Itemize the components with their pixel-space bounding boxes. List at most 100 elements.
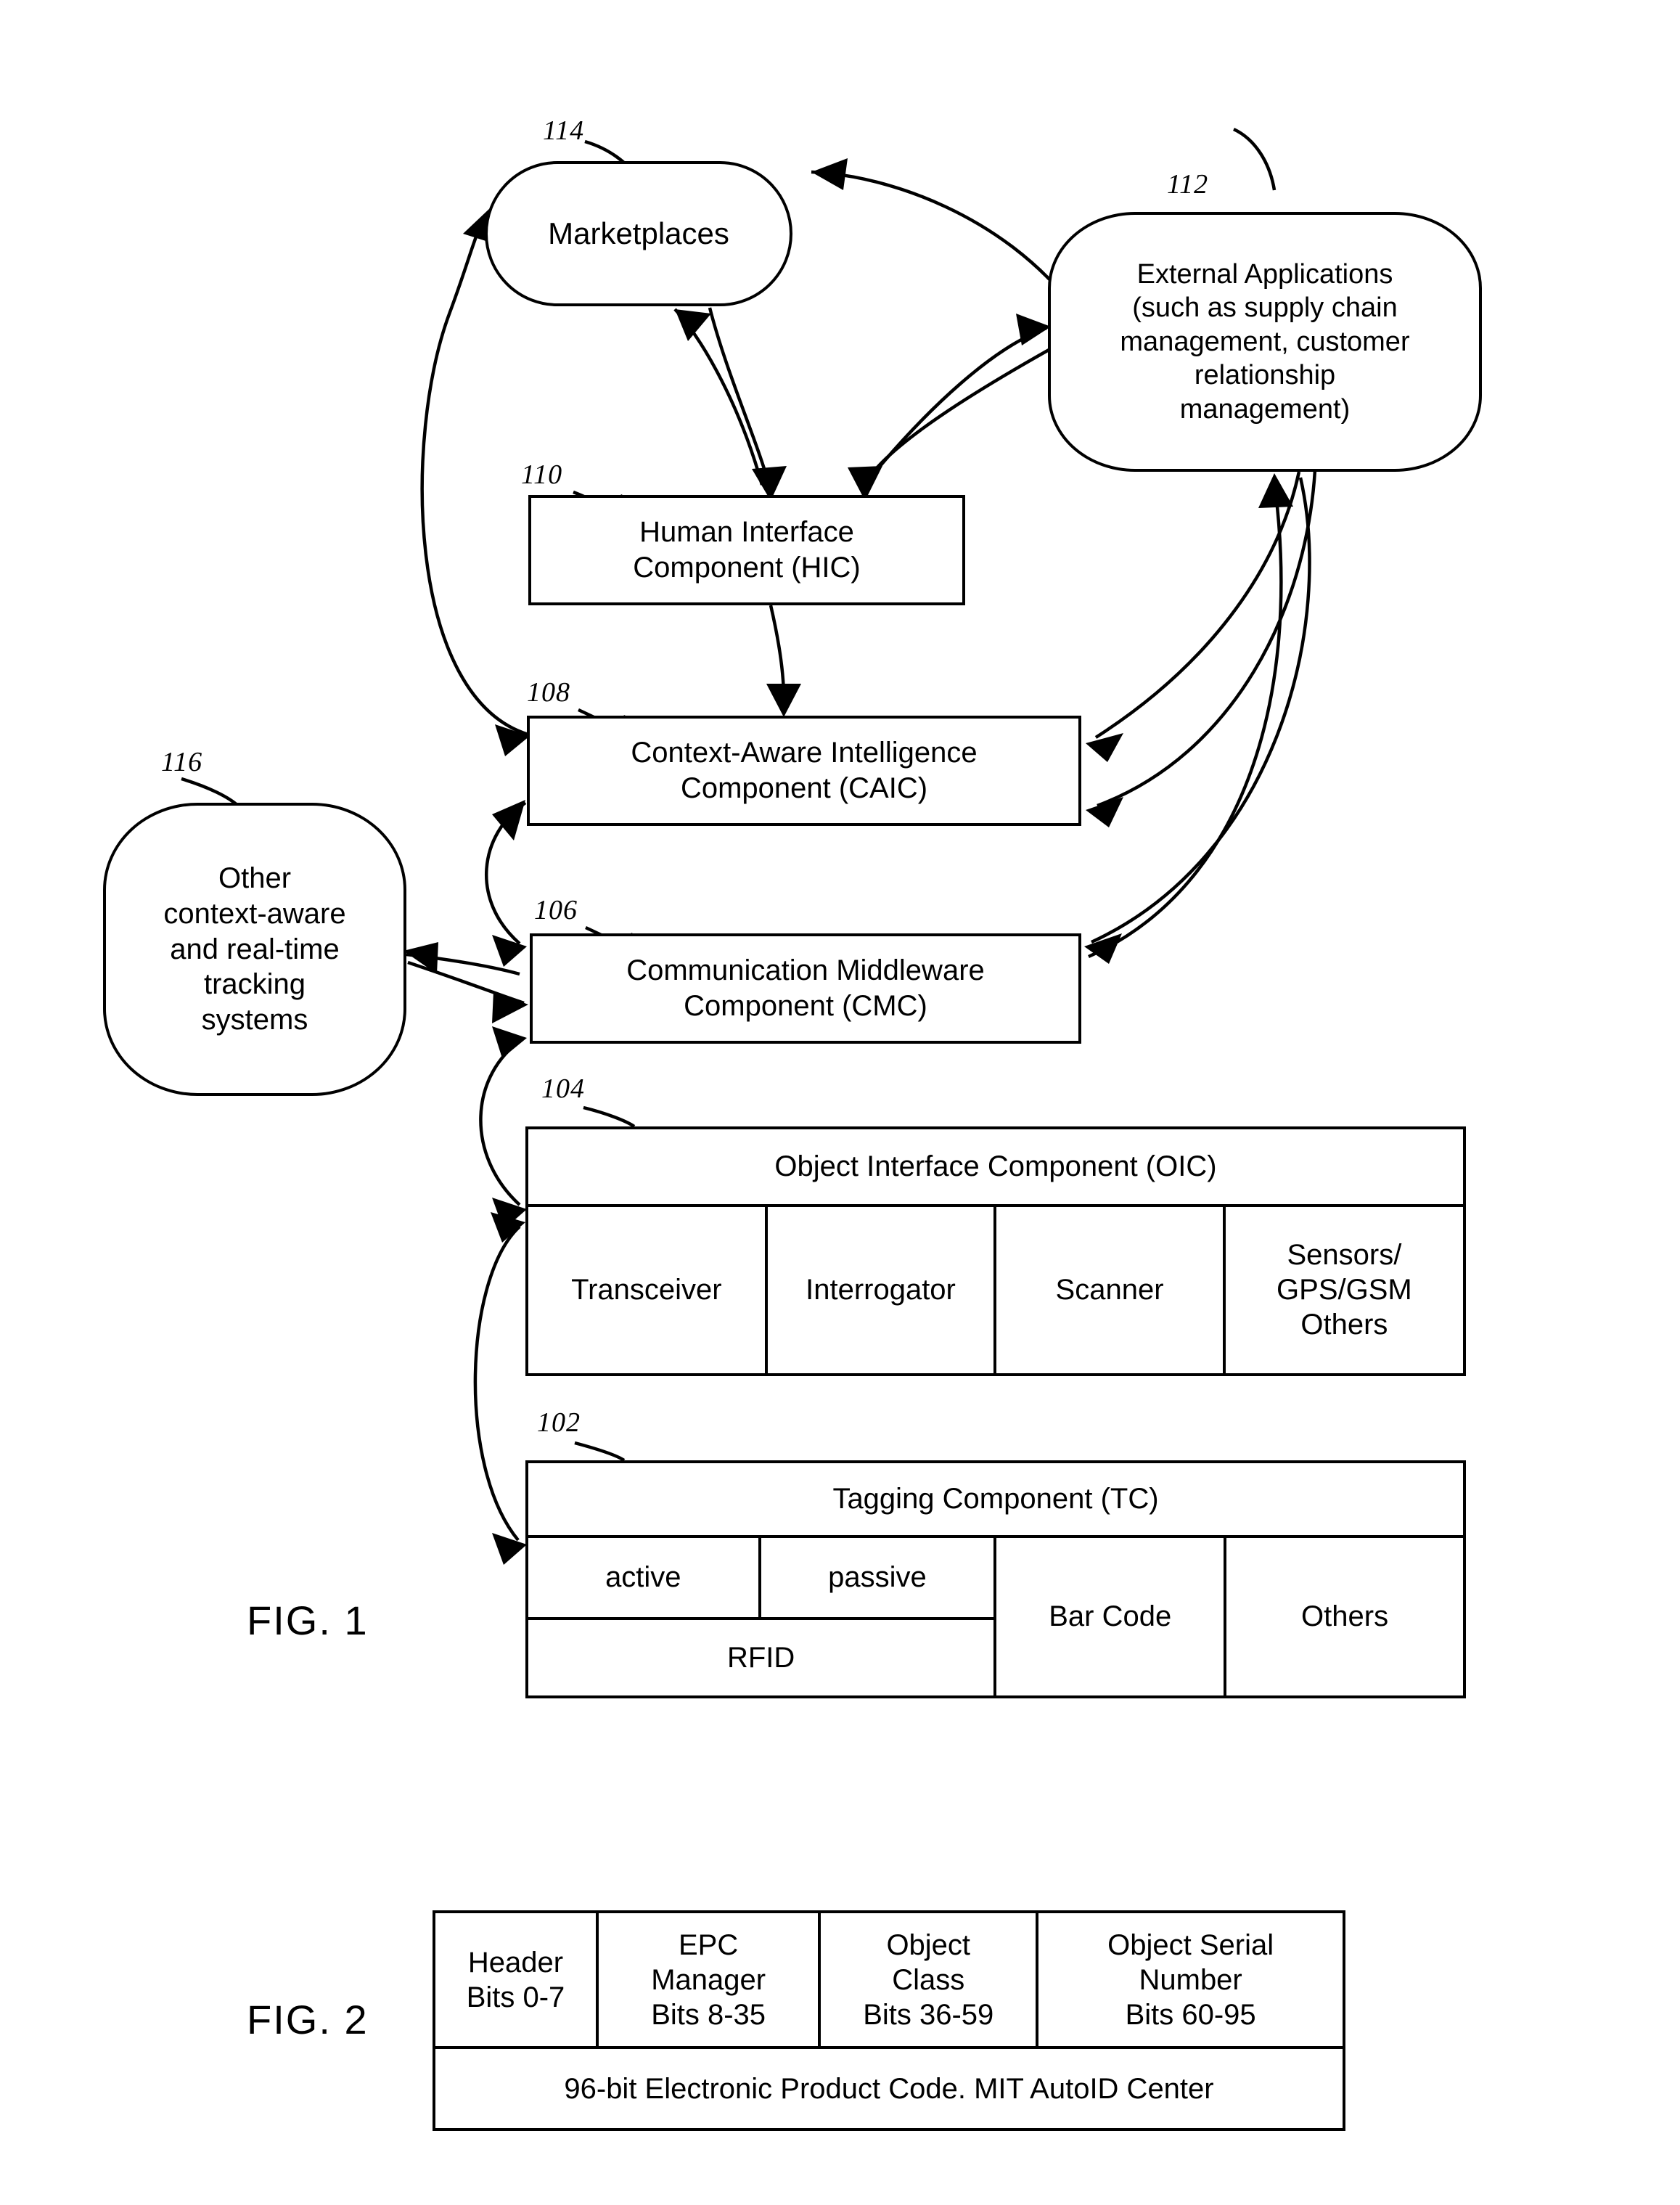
oic-s-line-3: Others [1300,1309,1388,1341]
oic-s-line-1: Sensors/ [1287,1239,1402,1272]
wire-hic-to-caic [769,605,786,699]
node-other-context-aware-systems[interactable]: Other context-aware and real-time tracki… [103,803,406,1096]
ea-line-4: relationship [1194,360,1336,391]
arrowhead-cmc-left-mid [492,991,528,1023]
arrowhead-cmc-right [1084,933,1122,964]
node-other-systems-label: Other context-aware and real-time tracki… [106,861,403,1038]
caic-line-2: Component (CAIC) [680,772,928,804]
ref-108: 108 [527,677,570,708]
wire-other-to-cmc [407,960,525,1005]
epc-c3-bits: Bits 60-95 [1125,1998,1256,2031]
node-context-aware-intelligence-component[interactable]: Context-Aware Intelligence Component (CA… [527,716,1081,826]
node-external-applications-label: External Applications (such as supply ch… [1051,258,1479,426]
ref-116: 116 [161,747,203,777]
epc-c2-n2: Class [892,1963,965,1996]
epc-c1-bits: Bits 8-35 [651,1998,766,2031]
leader-102 [574,1441,626,1462]
arrowhead-caic-left-upper [495,724,530,756]
tc-cell-active[interactable]: active [528,1537,761,1617]
arrowhead-oic-left-upper [492,1198,527,1230]
leader-104 [583,1105,636,1128]
ref-106: 106 [534,895,578,925]
epc-c0-bits: Bits 0-7 [466,1981,565,2013]
wire-extapps-to-caic-2 [1097,470,1317,808]
oic-title: Object Interface Component (OIC) [528,1129,1463,1207]
node-marketplaces-label: Marketplaces [548,216,729,251]
ref-102: 102 [537,1407,581,1438]
table-tagging-component[interactable]: Tagging Component (TC) active passive RF… [525,1460,1466,1698]
wire-extapps-to-marketplaces [811,170,1070,302]
wire-hic-to-extapps [866,326,1047,482]
table-object-interface-component[interactable]: Object Interface Component (OIC) Transce… [525,1126,1466,1376]
oic-cell-scanner[interactable]: Scanner [996,1206,1226,1373]
fig-2-label: FIG. 2 [247,1997,369,2042]
os-line-4: tracking [203,968,306,1001]
wire-cmc-to-extapps [1088,493,1283,959]
ea-line-2: (such as supply chain [1132,292,1398,324]
epc-cell-epc-manager[interactable]: EPC Manager Bits 8-35 [599,1913,821,2047]
os-line-2: context-aware [163,897,346,930]
tc-cell-rfid[interactable]: RFID [528,1620,993,1695]
node-marketplaces[interactable]: Marketplaces [485,161,792,306]
epc-c3-n1: Object Serial [1107,1928,1274,1961]
node-caic-label: Context-Aware Intelligence Component (CA… [530,735,1078,806]
node-external-applications[interactable]: External Applications (such as supply ch… [1048,212,1482,472]
node-cmc-label: Communication Middleware Component (CMC) [533,953,1078,1024]
wire-cmc-oic [479,1038,524,1206]
arrowhead-tc-left [492,1533,527,1565]
epc-cell-object-class[interactable]: Object Class Bits 36-59 [821,1913,1039,2047]
arrowhead-caic-left-lower [492,800,525,840]
table-epc-format[interactable]: Header Bits 0-7 EPC Manager Bits 8-35 Ob… [433,1910,1345,2131]
wire-marketplaces-to-hic [708,307,770,481]
wire-extapps-to-cmc [1091,477,1311,944]
arrowhead-extapps-left [1016,314,1051,345]
os-line-1: Other [218,862,292,894]
cmc-line-1: Communication Middleware [626,954,985,987]
arrowhead-marketplaces-right [811,158,848,190]
oic-cell-transceiver[interactable]: Transceiver [528,1206,768,1373]
wire-hic-to-marketplaces [673,308,764,486]
ref-104: 104 [541,1073,585,1104]
ref-114: 114 [543,115,585,146]
tc-cell-bar-code[interactable]: Bar Code [996,1537,1227,1695]
epc-header-text: Header Bits 0-7 [467,1945,565,2015]
ref-110: 110 [521,459,563,490]
epc-cell-object-serial-number[interactable]: Object Serial Number Bits 60-95 [1038,1913,1343,2046]
os-line-5: systems [201,1004,308,1036]
epc-objclass-text: Object Class Bits 36-59 [863,1928,993,2032]
ref-112: 112 [1167,169,1209,200]
wire-caic-cmc [484,801,527,945]
arrowhead-marketplaces-bottom [675,309,711,341]
tc-cell-passive[interactable]: passive [761,1538,994,1617]
wire-oic-tc [473,1225,521,1542]
fig-1-label: FIG. 1 [247,1598,369,1643]
hic-line-1: Human Interface [639,516,854,549]
ea-line-5: management) [1179,393,1351,425]
node-human-interface-component[interactable]: Human Interface Component (HIC) [528,495,965,605]
wire-extapps-to-hic [866,337,1071,480]
arrowhead-other-right [403,942,438,974]
leader-112 [1233,127,1277,191]
tc-rfid-group: active passive RFID [528,1537,997,1695]
arrowhead-oic-left-lower [491,1212,525,1243]
node-communication-middleware-component[interactable]: Communication Middleware Component (CMC) [530,933,1081,1044]
ea-line-1: External Applications [1136,259,1393,290]
oic-sensors-text: Sensors/ GPS/GSM Others [1277,1238,1412,1342]
hic-line-2: Component (HIC) [633,552,861,584]
epc-c3-n2: Number [1139,1963,1242,1996]
patent-figure-sheet: Marketplaces 114 External Applications (… [0,0,1680,2205]
tc-cell-others[interactable]: Others [1226,1538,1463,1695]
tc-title: Tagging Component (TC) [528,1463,1463,1538]
epc-c0-n1: Header [467,1946,564,1979]
arrowhead-cmc-left-lower [492,1026,527,1058]
cmc-line-2: Component (CMC) [684,990,927,1022]
arrowhead-caic-right-upper [1086,733,1123,762]
epc-cell-header[interactable]: Header Bits 0-7 [435,1913,599,2047]
epc-c2-bits: Bits 36-59 [863,1998,994,2031]
node-hic-label: Human Interface Component (HIC) [531,515,962,586]
wire-extapps-to-caic [1094,471,1301,739]
oic-cell-sensors-gps-gsm-others[interactable]: Sensors/ GPS/GSM Others [1226,1207,1463,1373]
oic-cell-interrogator[interactable]: Interrogator [768,1206,997,1373]
ea-line-3: management, customer [1120,326,1410,357]
arrowhead-caic-right-lower [1086,797,1123,827]
